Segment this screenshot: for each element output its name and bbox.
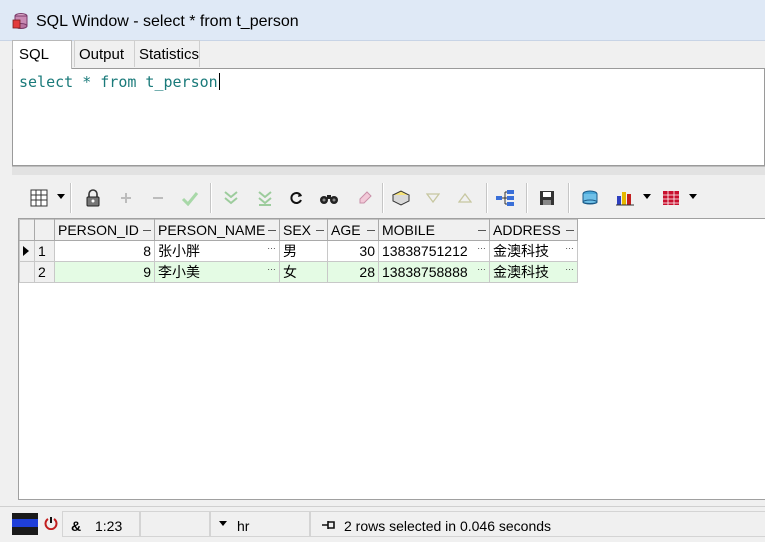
query-plan-icon[interactable]: [494, 187, 516, 209]
result-table: PERSON_ID PERSON_NAME SEX AGE MOBILE ADD…: [19, 219, 578, 283]
column-header[interactable]: ADDRESS: [489, 219, 578, 241]
amp-label: &: [71, 518, 82, 534]
filter-down-icon[interactable]: [422, 187, 444, 209]
post-record-icon[interactable]: [179, 187, 201, 209]
filter-up-icon[interactable]: [454, 187, 476, 209]
cell-mobile[interactable]: 13838751212…: [378, 240, 490, 262]
result-grid[interactable]: PERSON_ID PERSON_NAME SEX AGE MOBILE ADD…: [18, 218, 765, 500]
chevron-down-icon[interactable]: [57, 194, 65, 199]
lock-icon[interactable]: [82, 187, 104, 209]
current-row-indicator: [19, 240, 35, 262]
cell-person-id[interactable]: 9: [54, 261, 155, 283]
cursor-position-box: & 1:23: [62, 511, 140, 537]
table-row[interactable]: 1 8 张小胖… 男 30 13838751212… 金澳科技…: [19, 240, 578, 262]
column-header[interactable]: PERSON_ID: [54, 219, 155, 241]
chart-icon[interactable]: [614, 187, 636, 209]
cell-sex[interactable]: 女: [279, 261, 328, 283]
schema-box[interactable]: hr: [210, 511, 310, 537]
grid-menu-icon[interactable]: [28, 187, 50, 209]
toolbar-separator: [486, 183, 488, 213]
connection-status-icon[interactable]: [12, 513, 38, 535]
power-icon[interactable]: [44, 516, 58, 530]
toolbar-separator: [526, 183, 528, 213]
row-indicator: [19, 261, 35, 283]
clear-icon[interactable]: [354, 187, 376, 209]
corner-cell: [34, 219, 55, 241]
column-header[interactable]: MOBILE: [378, 219, 490, 241]
splitter[interactable]: [12, 166, 765, 175]
find-icon[interactable]: [318, 187, 340, 209]
delete-record-icon[interactable]: [147, 187, 169, 209]
toolbar-separator: [210, 183, 212, 213]
tab-statistics[interactable]: Statistics: [134, 40, 200, 67]
status-empty-box: [140, 511, 210, 537]
status-bar: & 1:23 hr 2 rows selected in 0.046 secon…: [0, 506, 765, 542]
cell-address[interactable]: 金澳科技…: [489, 261, 578, 283]
title-bar: SQL Window - select * from t_person: [0, 0, 765, 41]
cell-age[interactable]: 30: [327, 240, 379, 262]
row-number: 1: [34, 240, 55, 262]
message-box: 2 rows selected in 0.046 seconds: [310, 511, 765, 537]
column-header[interactable]: AGE: [327, 219, 379, 241]
chevron-down-icon[interactable]: [219, 521, 227, 526]
chevron-down-icon[interactable]: [643, 194, 651, 199]
toolbar-separator: [382, 183, 384, 213]
window-title: SQL Window - select * from t_person: [36, 13, 299, 30]
cell-person-id[interactable]: 8: [54, 240, 155, 262]
toolbar-separator: [568, 183, 570, 213]
cell-sex[interactable]: 男: [279, 240, 328, 262]
toolbar-separator: [70, 183, 72, 213]
result-toolbar: [12, 178, 765, 216]
fetch-next-icon[interactable]: [220, 187, 242, 209]
table-export-icon[interactable]: [660, 187, 682, 209]
tab-sql[interactable]: SQL: [12, 40, 72, 69]
cursor-position: 1:23: [95, 518, 123, 534]
column-header[interactable]: SEX: [279, 219, 328, 241]
table-row[interactable]: 2 9 李小美… 女 28 13838758888… 金澳科技…: [19, 261, 578, 283]
sql-window-icon: [12, 13, 28, 29]
sql-editor[interactable]: select * from t_person: [12, 68, 765, 166]
row-number: 2: [34, 261, 55, 283]
cell-person-name[interactable]: 张小胖…: [154, 240, 280, 262]
text-caret: [218, 73, 220, 90]
fetch-last-icon[interactable]: [254, 187, 276, 209]
column-header[interactable]: PERSON_NAME: [154, 219, 280, 241]
sql-query-icon[interactable]: [579, 187, 601, 209]
cell-mobile[interactable]: 13838758888…: [378, 261, 490, 283]
cell-age[interactable]: 28: [327, 261, 379, 283]
cell-person-name[interactable]: 李小美…: [154, 261, 280, 283]
chevron-down-icon[interactable]: [689, 194, 697, 199]
refresh-icon[interactable]: [286, 187, 308, 209]
header-row: PERSON_ID PERSON_NAME SEX AGE MOBILE ADD…: [19, 219, 578, 241]
export-icon[interactable]: [390, 187, 412, 209]
save-icon[interactable]: [536, 187, 558, 209]
sql-text: select * from t_person: [19, 73, 220, 91]
cell-address[interactable]: 金澳科技…: [489, 240, 578, 262]
schema-name: hr: [237, 518, 250, 534]
add-record-icon[interactable]: [115, 187, 137, 209]
tab-output[interactable]: Output: [74, 40, 138, 67]
corner-cell: [19, 219, 35, 241]
pin-icon: [322, 521, 335, 529]
status-message: 2 rows selected in 0.046 seconds: [344, 518, 552, 534]
